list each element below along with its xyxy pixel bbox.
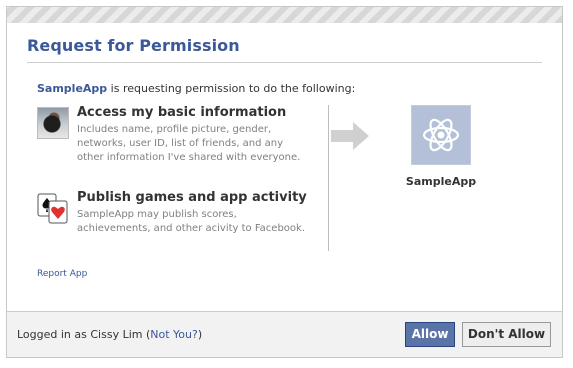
intro-text: SampleApp is requesting permission to do…: [37, 82, 355, 95]
permission-description: Includes name, profile picture, gender, …: [77, 124, 301, 163]
not-you-link[interactable]: Not You?: [150, 328, 198, 341]
user-photo-icon: [37, 107, 69, 139]
logged-in-suffix: ): [197, 328, 203, 341]
permission-title: Publish games and app activity: [77, 190, 307, 205]
dont-allow-button[interactable]: Don't Allow: [462, 322, 551, 347]
title-divider: [27, 62, 542, 63]
permission-dialog: Request for Permission SampleApp is requ…: [6, 6, 563, 358]
right-arrow-icon: [331, 121, 371, 155]
playing-cards-icon: [37, 192, 69, 224]
app-name: SampleApp: [405, 175, 477, 188]
vertical-divider: [328, 105, 329, 251]
intro-message: is requesting permission to do the follo…: [107, 82, 356, 95]
logged-in-prefix: Logged in as Cissy Lim (: [17, 328, 151, 341]
report-app-link[interactable]: Report App: [37, 269, 87, 279]
permission-description: SampleApp may publish scores, achievemen…: [77, 209, 305, 234]
dialog-top-stripe: [7, 7, 562, 23]
atom-icon: [411, 105, 471, 165]
dialog-footer: Logged in as Cissy Lim (Not You?) Allow …: [7, 311, 562, 357]
allow-button[interactable]: Allow: [405, 322, 455, 347]
logged-in-status: Logged in as Cissy Lim (Not You?): [17, 328, 202, 341]
intro-app-link[interactable]: SampleApp: [37, 82, 107, 95]
permission-title: Access my basic information: [77, 105, 287, 120]
dialog-title: Request for Permission: [27, 36, 240, 55]
